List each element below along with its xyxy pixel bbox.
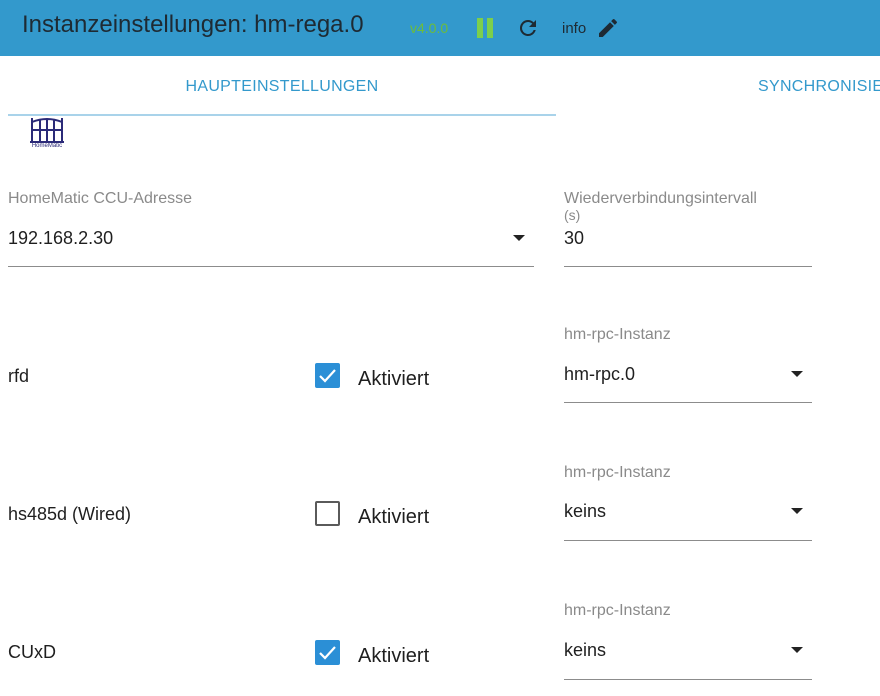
cuxd-instance-label: hm-rpc-Instanz [564,602,671,619]
app-header: Instanzeinstellungen: hm-rega.0 v4.0.0 i… [0,0,880,56]
check-icon [319,646,336,660]
active-tab-indicator [8,114,556,116]
cuxd-enabled-checkbox[interactable] [315,640,340,665]
cuxd-enabled-label: Aktiviert [358,645,430,667]
logo-text: HomeMatic [31,143,63,149]
hs485d-enabled-checkbox[interactable] [315,501,340,526]
hs485d-instance-label: hm-rpc-Instanz [564,464,671,481]
ccu-address-select[interactable]: 192.168.2.30 [8,228,113,249]
check-icon [319,369,336,383]
tab-main-settings[interactable]: HAUPTEINSTELLUNGEN [8,78,556,96]
interface-name-rfd: rfd [8,366,30,386]
tab-bar: HAUPTEINSTELLUNGEN SYNCHRONISIE [0,56,880,118]
rfd-instance-label: hm-rpc-Instanz [564,326,671,343]
pencil-icon[interactable] [596,16,620,40]
ccu-address-label: HomeMatic CCU-Adresse [8,190,193,207]
info-link[interactable]: info [562,20,586,37]
hs485d-enabled-label: Aktiviert [358,506,430,528]
reload-icon[interactable] [516,16,540,40]
chevron-down-icon[interactable] [513,235,525,241]
pause-icon[interactable] [476,18,494,38]
rfd-enabled-label: Aktiviert [358,368,430,390]
rfd-instance-select[interactable]: hm-rpc.0 [564,364,635,385]
ccu-address-underline [8,266,534,267]
cuxd-instance-underline [564,679,812,680]
chevron-down-icon[interactable] [791,508,803,514]
interface-name-cuxd: CUxD [8,642,56,662]
version-label: v4.0.0 [410,20,449,36]
reconnect-interval-input[interactable]: 30 [564,228,584,249]
chevron-down-icon[interactable] [791,371,803,377]
reconnect-interval-unit: (s) [564,207,581,223]
rfd-enabled-checkbox[interactable] [315,363,340,388]
rfd-instance-underline [564,402,812,403]
reconnect-interval-underline [564,266,812,267]
reconnect-interval-label: Wiederverbindungsintervall [564,190,757,207]
cuxd-instance-select[interactable]: keins [564,640,606,661]
chevron-down-icon[interactable] [791,647,803,653]
page-title: Instanzeinstellungen: hm-rega.0 [22,11,364,38]
tab-synchronisation[interactable]: SYNCHRONISIE [758,78,880,96]
hs485d-instance-underline [564,540,812,541]
interface-name-hs485d: hs485d (Wired) [8,504,132,524]
hs485d-instance-select[interactable]: keins [564,501,606,522]
